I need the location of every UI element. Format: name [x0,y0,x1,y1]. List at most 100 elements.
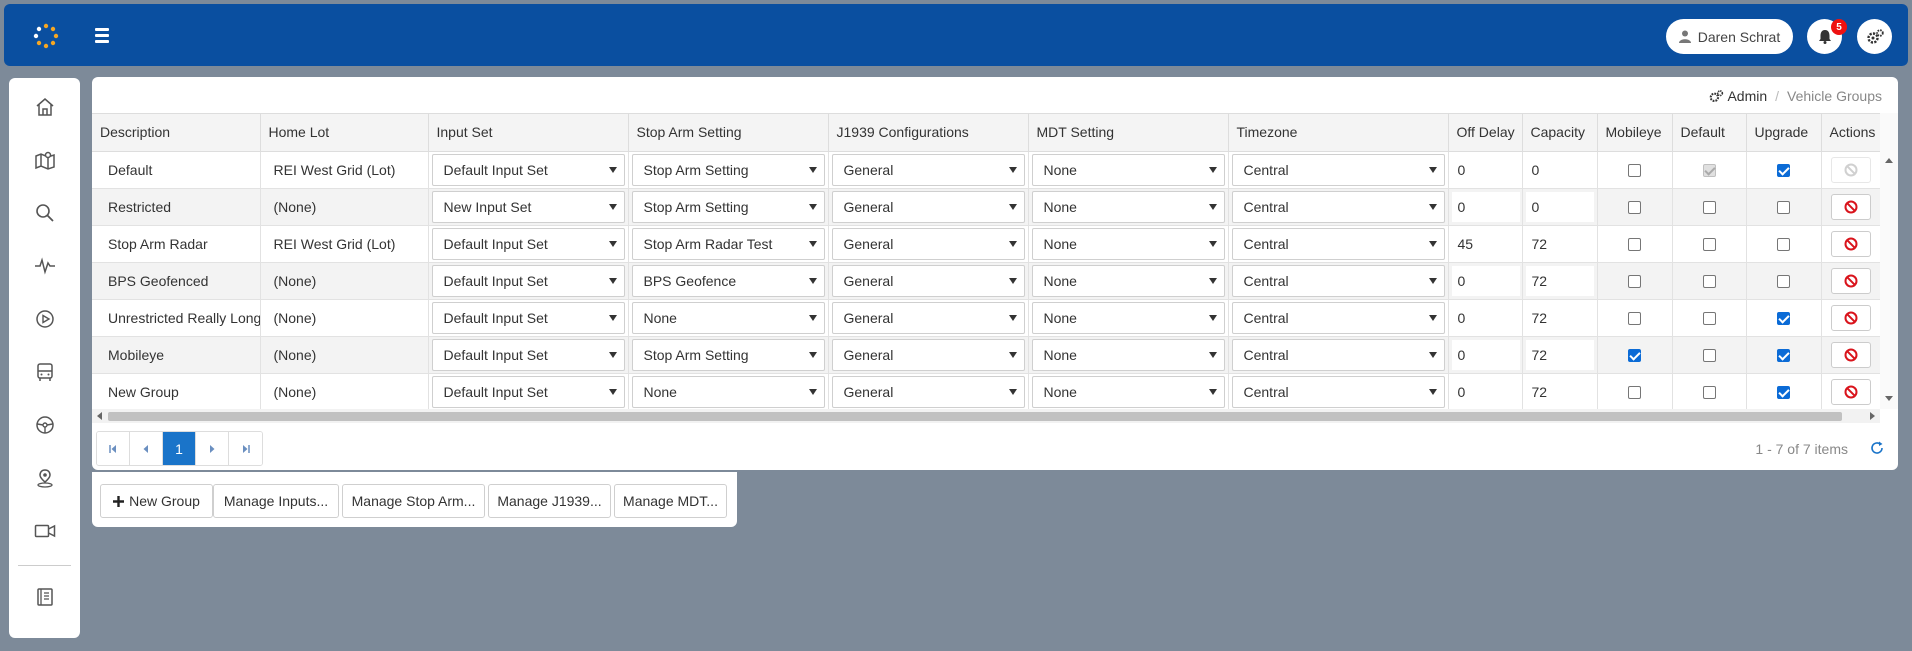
j1939-configuration-dropdown[interactable]: General [831,338,1025,371]
pager-next-button[interactable] [196,432,229,465]
input-set-dropdown[interactable]: Default Input Set [431,153,625,186]
off-delay-input[interactable]: 0 [1451,191,1520,222]
description-cell[interactable]: Mobileye [92,336,261,374]
home-lot-cell[interactable]: REI West Grid (Lot) [260,151,429,189]
column-header[interactable]: Default [1672,114,1747,152]
hamburger-menu-button[interactable] [95,28,115,46]
delete-button[interactable] [1830,193,1871,220]
sidebar-item-drivers[interactable] [9,408,80,442]
input-set-dropdown[interactable]: Default Input Set [431,375,625,408]
off-delay-input[interactable]: 45 [1451,228,1520,259]
mobileye-checkbox[interactable] [1628,164,1641,178]
column-header[interactable]: MDT Setting [1028,114,1229,152]
delete-button[interactable] [1830,230,1871,257]
column-header[interactable]: Off Delay [1448,114,1523,152]
stop-arm-setting-dropdown[interactable]: None [631,375,825,408]
delete-button[interactable] [1830,341,1871,368]
default-checkbox[interactable] [1702,238,1716,252]
column-header[interactable]: J1939 Configurations [828,114,1029,152]
j1939-configuration-dropdown[interactable]: General [831,190,1025,223]
j1939-configuration-dropdown[interactable]: General [831,227,1025,260]
mdt-setting-dropdown[interactable]: None [1031,375,1225,408]
pager-first-button[interactable] [97,432,130,465]
input-set-dropdown[interactable]: New Input Set [431,190,625,223]
capacity-input[interactable]: 72 [1525,302,1594,333]
capacity-input[interactable]: 0 [1525,191,1594,222]
sidebar-item-map[interactable] [9,143,80,177]
default-checkbox[interactable] [1702,275,1716,289]
timezone-dropdown[interactable]: Central [1231,227,1445,260]
timezone-dropdown[interactable]: Central [1231,190,1445,223]
upgrade-checkbox[interactable] [1777,312,1790,326]
horizontal-scroll-thumb[interactable] [108,412,1842,421]
manage-inputs-button[interactable]: Manage Inputs... [213,484,339,518]
upgrade-checkbox[interactable] [1777,275,1790,289]
capacity-input[interactable]: 72 [1525,376,1594,407]
home-lot-cell[interactable]: (None) [260,299,429,337]
j1939-configuration-dropdown[interactable]: General [831,264,1025,297]
sidebar-item-activity[interactable] [9,249,80,283]
default-checkbox[interactable] [1702,386,1716,400]
mdt-setting-dropdown[interactable]: None [1031,190,1225,223]
column-header[interactable]: Description [92,114,261,152]
mdt-setting-dropdown[interactable]: None [1031,264,1225,297]
mobileye-checkbox[interactable] [1628,312,1641,326]
column-header[interactable]: Stop Arm Setting [628,114,829,152]
vertical-scrollbar[interactable] [1880,113,1898,409]
horizontal-scrollbar[interactable] [92,409,1880,423]
input-set-dropdown[interactable]: Default Input Set [431,338,625,371]
description-cell[interactable]: Default [92,151,261,189]
delete-button[interactable] [1830,304,1871,331]
settings-button[interactable] [1857,19,1892,54]
sidebar-item-home[interactable] [9,90,80,124]
default-checkbox[interactable] [1702,349,1716,363]
column-header[interactable]: Home Lot [260,114,429,152]
description-cell[interactable]: New Group [92,373,261,409]
column-header[interactable]: Upgrade [1746,114,1822,152]
mobileye-checkbox[interactable] [1628,238,1641,252]
mdt-setting-dropdown[interactable]: None [1031,153,1225,186]
stop-arm-setting-dropdown[interactable]: Stop Arm Setting [631,338,825,371]
home-lot-cell[interactable]: REI West Grid (Lot) [260,225,429,263]
pager-prev-button[interactable] [130,432,163,465]
off-delay-input[interactable]: 0 [1451,265,1520,296]
mdt-setting-dropdown[interactable]: None [1031,227,1225,260]
capacity-input[interactable]: 72 [1525,339,1594,370]
capacity-input[interactable]: 0 [1525,154,1594,185]
breadcrumb-admin-link[interactable]: Admin [1727,88,1767,104]
manage-j1939-button[interactable]: Manage J1939... [488,484,611,518]
scroll-down-arrow[interactable] [1885,396,1893,401]
sidebar-item-locations[interactable] [9,461,80,495]
column-header[interactable]: Input Set [428,114,629,152]
timezone-dropdown[interactable]: Central [1231,301,1445,334]
mobileye-checkbox[interactable] [1628,275,1641,289]
stop-arm-setting-dropdown[interactable]: BPS Geofence [631,264,825,297]
timezone-dropdown[interactable]: Central [1231,375,1445,408]
refresh-button[interactable] [1870,441,1884,458]
sidebar-item-reports[interactable] [9,580,80,614]
j1939-configuration-dropdown[interactable]: General [831,301,1025,334]
new-group-button[interactable]: New Group [100,484,213,518]
column-header[interactable]: Mobileye [1597,114,1673,152]
capacity-input[interactable]: 72 [1525,228,1594,259]
stop-arm-setting-dropdown[interactable]: Stop Arm Setting [631,190,825,223]
j1939-configuration-dropdown[interactable]: General [831,153,1025,186]
column-header[interactable]: Actions [1821,114,1880,152]
upgrade-checkbox[interactable] [1777,164,1790,178]
delete-button[interactable] [1830,267,1871,294]
home-lot-cell[interactable]: (None) [260,373,429,409]
home-lot-cell[interactable]: (None) [260,336,429,374]
j1939-configuration-dropdown[interactable]: General [831,375,1025,408]
input-set-dropdown[interactable]: Default Input Set [431,227,625,260]
mobileye-checkbox[interactable] [1628,349,1641,363]
pager-page-1[interactable]: 1 [163,432,196,465]
user-menu-button[interactable]: Daren Schrat [1666,19,1793,54]
input-set-dropdown[interactable]: Default Input Set [431,264,625,297]
description-cell[interactable]: Restricted [92,188,261,226]
home-lot-cell[interactable]: (None) [260,262,429,300]
description-cell[interactable]: BPS Geofenced [92,262,261,300]
column-header[interactable]: Capacity [1522,114,1598,152]
mobileye-checkbox[interactable] [1628,386,1641,400]
input-set-dropdown[interactable]: Default Input Set [431,301,625,334]
stop-arm-setting-dropdown[interactable]: Stop Arm Setting [631,153,825,186]
